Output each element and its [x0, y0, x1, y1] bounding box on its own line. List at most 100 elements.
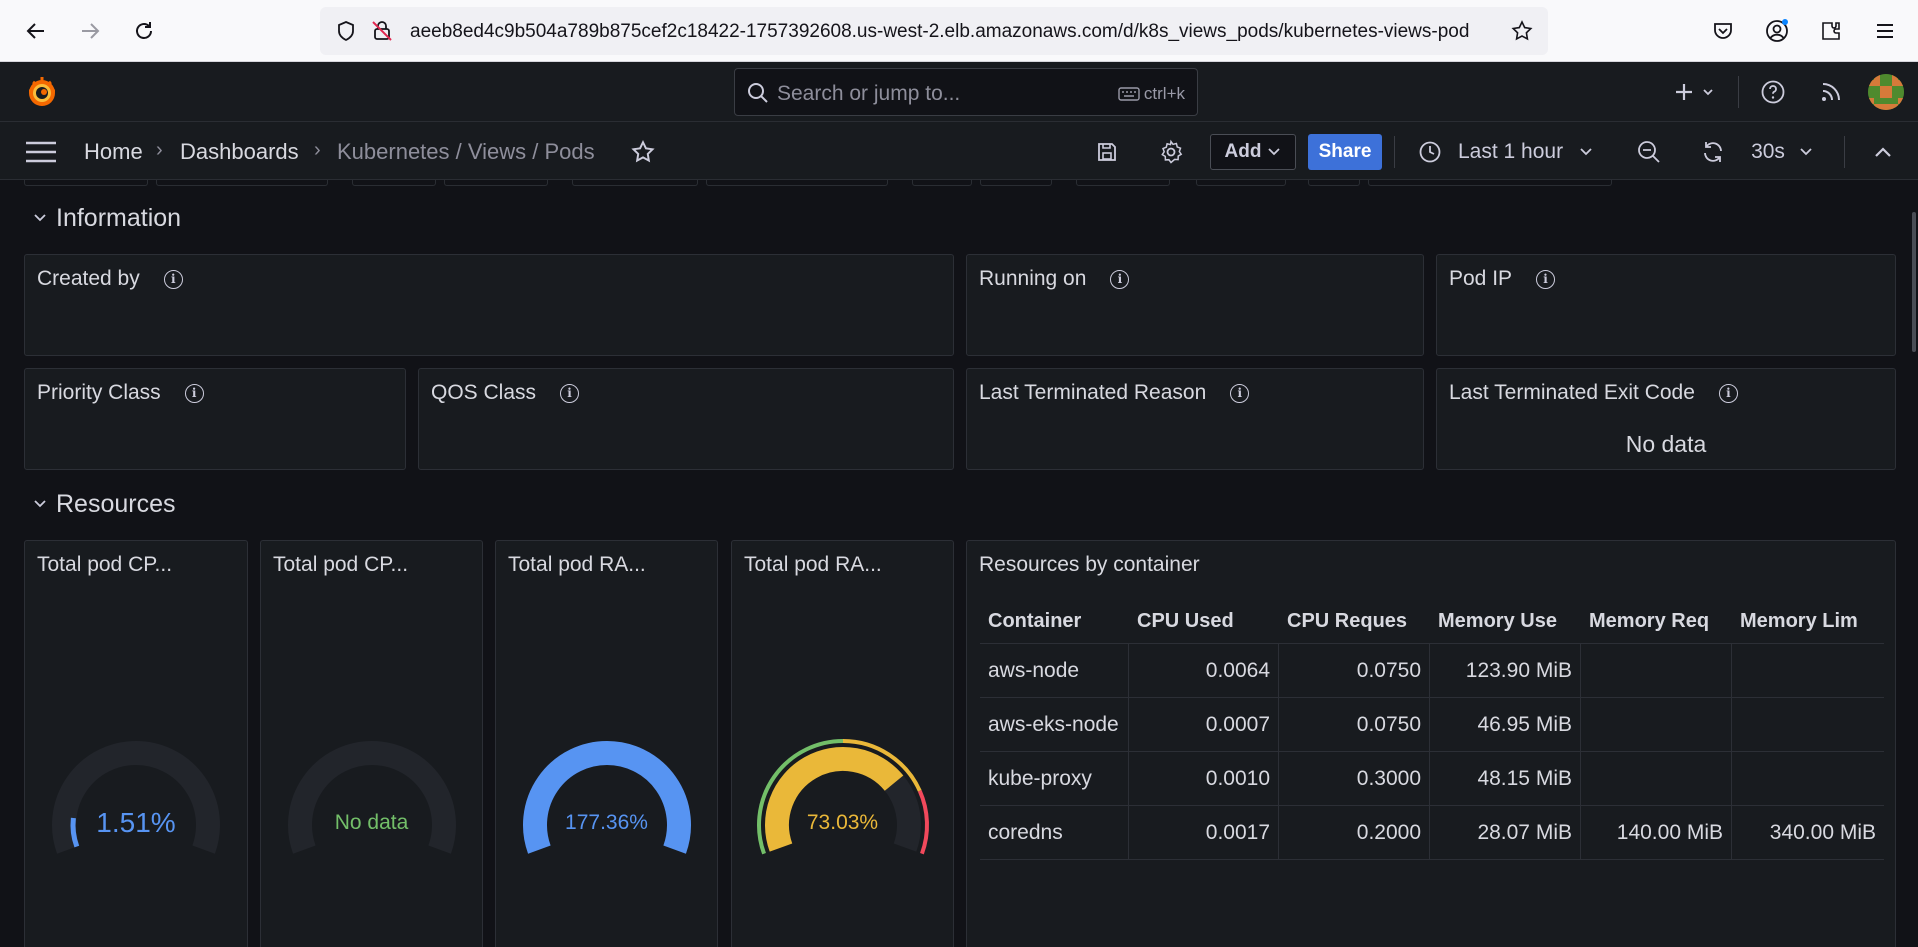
help-icon[interactable]: [1758, 78, 1788, 106]
table-cell: [1732, 698, 1884, 751]
table-cell: [1732, 752, 1884, 805]
variable-control: [156, 180, 328, 186]
breadcrumb-current-dashboard: Kubernetes / Views / Pods: [337, 139, 595, 164]
variable-control: [706, 180, 888, 186]
divider: [1738, 76, 1739, 108]
shield-icon[interactable]: [334, 19, 358, 48]
page-scrollbar[interactable]: [1912, 212, 1916, 352]
gauge-panel-ram-requests[interactable]: Total pod RA... 177.36%: [495, 540, 718, 947]
column-header[interactable]: Memory Lim: [1732, 600, 1884, 643]
panel-title: Pod IP i: [1449, 267, 1556, 291]
gauge-panel-cpu-usage[interactable]: Total pod CP... 1.51%: [24, 540, 248, 947]
table-cell: coredns: [980, 806, 1129, 859]
account-icon[interactable]: [1762, 16, 1792, 46]
table-cell: 0.2000: [1279, 806, 1430, 859]
share-button[interactable]: Share: [1308, 134, 1382, 170]
clock-icon: [1419, 141, 1441, 163]
new-plus-icon[interactable]: [1670, 78, 1720, 106]
breadcrumb-home[interactable]: Home: [84, 139, 143, 165]
search-input[interactable]: Search or jump to... ctrl+k: [734, 68, 1198, 116]
info-icon[interactable]: i: [184, 383, 204, 403]
column-header[interactable]: CPU Used: [1129, 600, 1279, 643]
table-cell: aws-eks-node: [980, 698, 1129, 751]
gauge-panel-ram-limits[interactable]: Total pod RA... 73.03%: [731, 540, 954, 947]
chevron-down-icon: [34, 496, 46, 514]
hamburger-menu-icon[interactable]: [24, 140, 58, 164]
browser-toolbar: aeeb8ed4c9b504a789b875cef2c18422-1757392…: [0, 0, 1918, 62]
collapse-chevron-up-icon[interactable]: [1868, 134, 1898, 170]
chevron-down-icon: [1580, 148, 1592, 156]
panel-running-on[interactable]: Running on i: [966, 254, 1424, 356]
table-cell: 0.0750: [1279, 644, 1430, 697]
grafana-logo-icon[interactable]: [24, 74, 60, 110]
pocket-icon[interactable]: [1708, 16, 1738, 46]
search-placeholder: Search or jump to...: [777, 82, 961, 105]
url-text[interactable]: aeeb8ed4c9b504a789b875cef2c18422-1757392…: [410, 21, 1470, 43]
zoom-out-icon[interactable]: [1634, 134, 1664, 170]
panel-priority-class[interactable]: Priority Class i: [24, 368, 406, 470]
info-icon[interactable]: i: [163, 269, 183, 289]
panel-qos-class[interactable]: QOS Class i: [418, 368, 954, 470]
panel-title: QOS Class i: [431, 381, 580, 405]
panel-last-terminated-exit-code[interactable]: Last Terminated Exit Code i No data: [1436, 368, 1896, 470]
gauge-panel-cpu-requests[interactable]: Total pod CP... No data: [260, 540, 483, 947]
variable-control: [1196, 180, 1286, 186]
add-button-label: Add: [1224, 141, 1262, 162]
dashboard-content: Information Created by i Running on i Pod …: [0, 180, 1918, 947]
panel-pod-ip[interactable]: Pod IP i: [1436, 254, 1896, 356]
table-cell: 0.3000: [1279, 752, 1430, 805]
info-icon[interactable]: i: [1110, 269, 1130, 289]
row-information[interactable]: Information: [34, 204, 181, 233]
column-header[interactable]: Memory Use: [1430, 600, 1581, 643]
variable-control: [444, 180, 548, 186]
settings-gear-icon[interactable]: [1156, 134, 1186, 170]
column-header[interactable]: CPU Reques: [1279, 600, 1430, 643]
breadcrumb-dashboards[interactable]: Dashboards: [180, 139, 299, 165]
url-bar[interactable]: aeeb8ed4c9b504a789b875cef2c18422-1757392…: [320, 7, 1548, 55]
refresh-interval-label: 30s: [1751, 140, 1785, 163]
reload-icon[interactable]: [126, 13, 162, 49]
refresh-interval-picker[interactable]: 30s: [1746, 134, 1818, 170]
table-cell: 140.00 MiB: [1581, 806, 1732, 859]
panel-title: Total pod RA...: [744, 553, 882, 576]
variable-control: [352, 180, 436, 186]
forward-icon[interactable]: [72, 13, 108, 49]
add-button[interactable]: Add: [1210, 134, 1296, 170]
table-cell: 48.15 MiB: [1430, 752, 1581, 805]
panel-created-by[interactable]: Created by i: [24, 254, 954, 356]
variable-control: [912, 180, 972, 186]
favorite-star-icon[interactable]: [628, 134, 658, 170]
panel-last-terminated-reason[interactable]: Last Terminated Reason i: [966, 368, 1424, 470]
insecure-lock-icon[interactable]: [370, 19, 394, 48]
info-icon[interactable]: i: [1718, 383, 1738, 403]
search-shortcut: ctrl+k: [1118, 84, 1185, 104]
no-data-value: No data: [1625, 431, 1707, 457]
info-icon[interactable]: i: [1536, 269, 1556, 289]
column-header[interactable]: Memory Req: [1581, 600, 1732, 643]
news-rss-icon[interactable]: [1816, 78, 1846, 106]
gauge-value-label: 73.03%: [806, 811, 879, 834]
info-icon[interactable]: i: [560, 383, 580, 403]
table-cell: 340.00 MiB: [1769, 820, 1876, 844]
row-resources[interactable]: Resources: [34, 490, 176, 519]
refresh-icon[interactable]: [1698, 134, 1728, 170]
variable-control: [24, 180, 148, 186]
menu-icon[interactable]: [1870, 16, 1900, 46]
table-cell: 123.90 MiB: [1430, 644, 1581, 697]
variable-control: [1076, 180, 1170, 186]
table-row: aws-node 0.0064 0.0750 123.90 MiB: [980, 644, 1884, 698]
gauge-chart: [287, 741, 456, 854]
column-header[interactable]: Container: [980, 600, 1129, 643]
chevron-down-icon: [1268, 148, 1281, 156]
user-avatar[interactable]: [1868, 74, 1904, 110]
info-icon[interactable]: i: [1230, 383, 1250, 403]
time-range-picker[interactable]: Last 1 hour: [1418, 134, 1606, 170]
table-cell: [1581, 644, 1732, 697]
extensions-icon[interactable]: [1816, 16, 1846, 46]
divider: [1394, 136, 1395, 168]
save-dashboard-icon[interactable]: [1092, 134, 1122, 170]
divider: [1844, 136, 1845, 168]
back-icon[interactable]: [18, 13, 54, 49]
panel-title: Created by i: [37, 267, 183, 291]
bookmark-star-icon[interactable]: [1510, 19, 1534, 48]
